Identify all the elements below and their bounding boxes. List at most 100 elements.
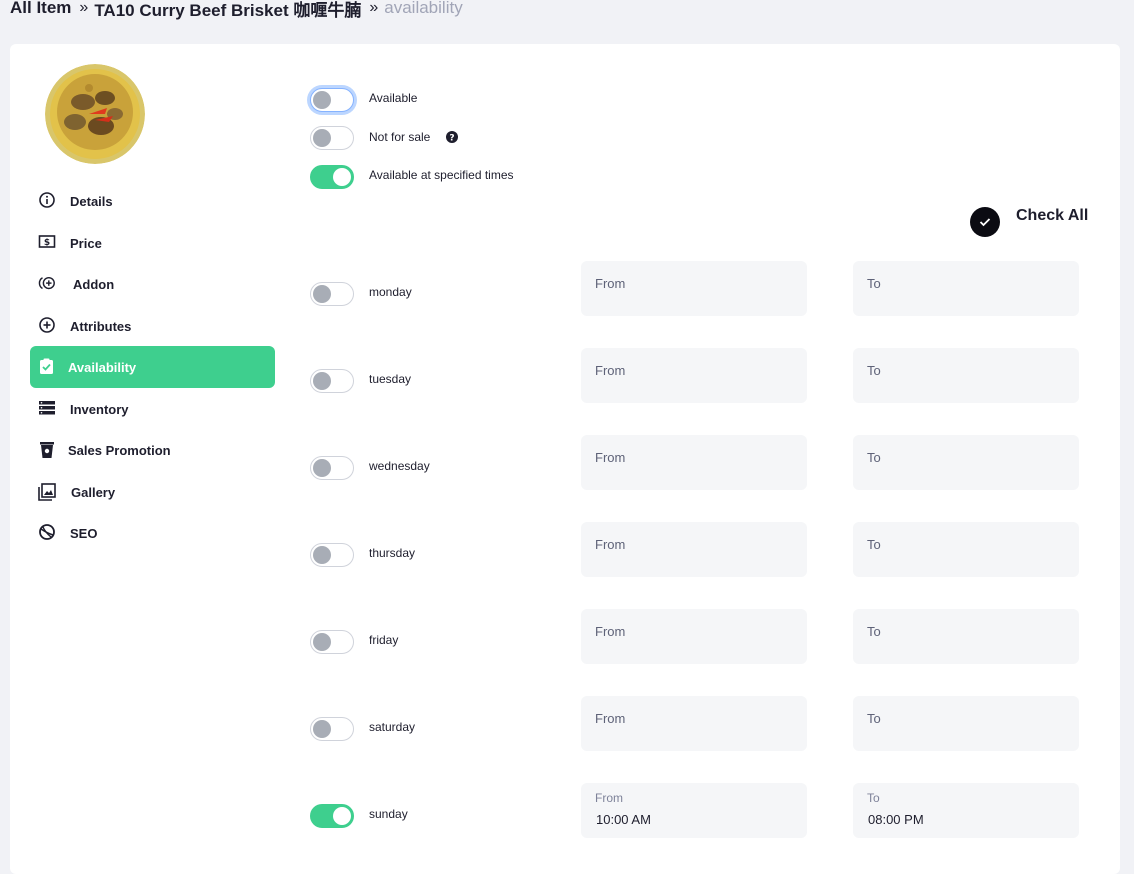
from-value: 10:00 AM (596, 812, 651, 827)
from-placeholder: From (595, 711, 626, 726)
wednesday-from-field[interactable]: From (581, 435, 807, 490)
day-label: monday (369, 285, 412, 299)
specified-times-label: Available at specified times (369, 168, 514, 182)
sunday-toggle[interactable] (310, 804, 354, 828)
to-placeholder: To (867, 276, 881, 291)
clipboard-check-icon (40, 358, 53, 374)
sidebar-item-attributes[interactable]: Attributes (30, 305, 275, 347)
sidebar-item-label: Sales Promotion (68, 442, 171, 458)
specified-times-toggle[interactable] (310, 165, 354, 189)
thursday-to-field[interactable]: To (853, 522, 1079, 577)
to-placeholder: To (867, 450, 881, 465)
cup-icon (40, 442, 54, 458)
sunday-from-field[interactable]: From 10:00 AM (581, 783, 807, 838)
from-placeholder: From (595, 624, 626, 639)
day-label: friday (369, 633, 399, 647)
not-for-sale-toggle[interactable] (310, 126, 354, 150)
breadcrumb-item-name[interactable]: TA10 Curry Beef Brisket 咖喱牛腩 (94, 0, 361, 21)
check-all-label: Check All (1016, 207, 1089, 224)
available-label: Available (369, 91, 418, 105)
from-placeholder: From (595, 450, 626, 465)
day-label: thursday (369, 546, 416, 560)
sidebar-item-label: Details (70, 193, 113, 209)
gallery-icon (38, 483, 56, 501)
toggle-knob (313, 285, 331, 303)
sidebar-item-label: Attributes (70, 318, 132, 334)
sidebar-item-label: Price (70, 235, 102, 251)
to-placeholder: To (867, 711, 881, 726)
toggle-knob (313, 372, 331, 390)
sidebar-item-label: Inventory (70, 401, 129, 417)
question-circle-icon[interactable]: ? (446, 131, 458, 143)
sunday-to-field[interactable]: To 08:00 PM (853, 783, 1079, 838)
monday-to-field[interactable]: To (853, 261, 1079, 316)
sidebar-item-inventory[interactable]: Inventory (30, 388, 275, 430)
sidebar-item-sales-promotion[interactable]: Sales Promotion (30, 429, 275, 471)
breadcrumb-all-item[interactable]: All Item (10, 0, 71, 18)
check-all-button[interactable] (970, 207, 1000, 237)
toggle-knob (313, 720, 331, 738)
from-floating-label: From (595, 791, 623, 805)
day-label: tuesday (369, 372, 412, 386)
from-placeholder: From (595, 537, 626, 552)
breadcrumb-separator: » (369, 0, 379, 16)
saturday-toggle[interactable] (310, 717, 354, 741)
breadcrumb-current: availability (384, 0, 463, 17)
addon-plus-icon (38, 276, 55, 290)
toggle-knob (333, 168, 351, 186)
toggle-knob (313, 633, 331, 651)
not-for-sale-label: Not for sale (369, 130, 431, 144)
wednesday-toggle[interactable] (310, 456, 354, 480)
svg-text:?: ? (449, 133, 454, 143)
check-icon (979, 218, 991, 227)
toggle-knob (313, 91, 331, 109)
day-label: wednesday (369, 459, 430, 473)
svg-text:$: $ (44, 238, 50, 248)
plus-circle-icon (39, 317, 55, 333)
friday-to-field[interactable]: To (853, 609, 1079, 664)
sidebar-item-availability[interactable]: Availability (30, 346, 275, 388)
globe-icon (39, 524, 55, 540)
tuesday-from-field[interactable]: From (581, 348, 807, 403)
sidebar-item-label: Availability (68, 359, 137, 375)
sidebar-item-label: SEO (70, 525, 98, 541)
dollar-bill-icon: $ (38, 235, 56, 248)
sidebar-item-details[interactable]: Details (30, 180, 275, 222)
toggle-knob (313, 546, 331, 564)
tuesday-to-field[interactable]: To (853, 348, 1079, 403)
toggle-knob (333, 807, 351, 825)
tuesday-toggle[interactable] (310, 369, 354, 393)
sidebar-item-label: Gallery (71, 484, 116, 500)
to-placeholder: To (867, 363, 881, 378)
monday-from-field[interactable]: From (581, 261, 807, 316)
to-floating-label: To (867, 791, 880, 805)
toggle-knob (313, 129, 331, 147)
friday-toggle[interactable] (310, 630, 354, 654)
available-toggle[interactable] (310, 88, 354, 112)
day-label: sunday (369, 807, 408, 821)
wednesday-to-field[interactable]: To (853, 435, 1079, 490)
info-circle-icon (39, 192, 55, 208)
sidebar-item-label: Addon (73, 276, 115, 292)
product-thumbnail (45, 64, 145, 164)
from-placeholder: From (595, 276, 626, 291)
sidebar-item-price[interactable]: $ Price (30, 222, 275, 264)
from-placeholder: From (595, 363, 626, 378)
sidebar-item-seo[interactable]: SEO (30, 512, 275, 554)
friday-from-field[interactable]: From (581, 609, 807, 664)
sidebar-item-gallery[interactable]: Gallery (30, 471, 275, 513)
stack-icon (39, 401, 55, 415)
sidebar-item-addon[interactable]: Addon (30, 263, 275, 305)
thursday-from-field[interactable]: From (581, 522, 807, 577)
saturday-from-field[interactable]: From (581, 696, 807, 751)
thursday-toggle[interactable] (310, 543, 354, 567)
toggle-knob (313, 459, 331, 477)
saturday-to-field[interactable]: To (853, 696, 1079, 751)
day-label: saturday (369, 720, 416, 734)
to-placeholder: To (867, 537, 881, 552)
breadcrumb: All Item » TA10 Curry Beef Brisket 咖喱牛腩 … (10, 0, 463, 21)
monday-toggle[interactable] (310, 282, 354, 306)
breadcrumb-separator: » (79, 0, 89, 16)
to-placeholder: To (867, 624, 881, 639)
to-value: 08:00 PM (868, 812, 924, 827)
